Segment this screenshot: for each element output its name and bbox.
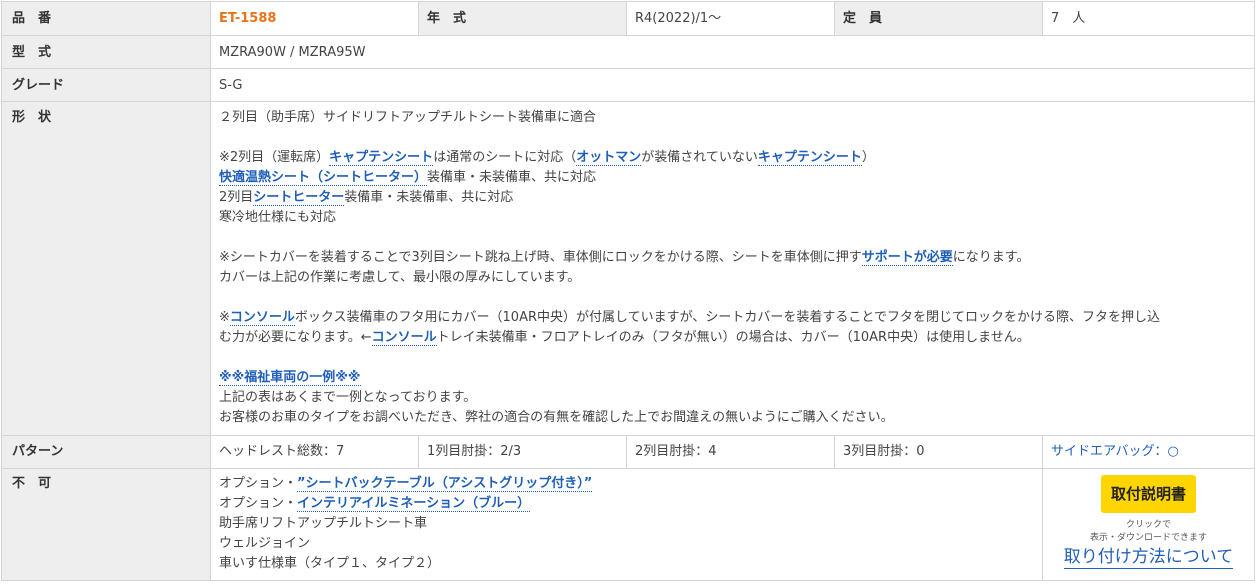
- grade-value: S-G: [210, 68, 1255, 102]
- not-compatible-list: オプション・”シートバックテーブル（アシストグリップ付き）” オプション・インテ…: [210, 468, 1043, 581]
- installation-manual-button[interactable]: 取付説明書: [1100, 475, 1196, 513]
- row-shape: 形 状 ２列目（助手席）サイドリフトアップチルトシート装備車に適合 ※2列目（運…: [1, 101, 1255, 436]
- shape-note-10: お客様のお車のタイプをお調べいただき、弊社の適合の有無を確認した上でお間違えの無…: [219, 410, 894, 425]
- manual-hint-2: 表示・ダウンロードできます: [1089, 533, 1207, 543]
- manual-cell: 取付説明書 クリックで 表示・ダウンロードできます 取り付け方法について: [1042, 468, 1255, 581]
- model-label: 型 式: [1, 35, 211, 69]
- support-needed-link[interactable]: サポートが必要: [861, 250, 953, 266]
- shape-note-5: ※シートカバーを装着することで3列目シート跳ね上げ時、車体側にロックをかける際、…: [219, 250, 1030, 266]
- row-not-compatible: 不 可 オプション・”シートバックテーブル（アシストグリップ付き）” オプション…: [1, 468, 1255, 581]
- side-airbag-link[interactable]: サイドエアバッグ：○: [1051, 444, 1179, 459]
- part-no-label: 品 番: [1, 1, 211, 36]
- spec-table: 品 番 ET-1588 年 式 R4(2022)/1～ 定 員 7 人 型 式 …: [1, 1, 1255, 581]
- console-link-2[interactable]: コンソール: [371, 330, 437, 346]
- row-pattern: パターン ヘッドレスト総数：7 1列目肘掛：2/3 2列目肘掛：4 3列目肘掛：…: [1, 435, 1255, 469]
- seatback-table-link[interactable]: ”シートバックテーブル（アシストグリップ付き）”: [297, 476, 593, 492]
- part-no-value: ET-1588: [219, 11, 277, 26]
- ottoman-link[interactable]: オットマン: [576, 150, 642, 166]
- shape-note-7: ※コンソールボックス装備車のフタ用にカバー（10AR中央）が付属していますが、シ…: [219, 310, 1160, 326]
- year-value: R4(2022)/1～: [626, 1, 835, 36]
- interior-illumination-link[interactable]: インテリアイルミネーション（ブルー）: [297, 496, 531, 512]
- captain-seat-link-2[interactable]: キャプテンシート: [757, 150, 862, 166]
- shape-note-1: ※2列目（運転席）キャプテンシートは通常のシートに対応（オットマンが装備されてい…: [219, 150, 875, 166]
- captain-seat-link[interactable]: キャプテンシート: [329, 150, 434, 166]
- pattern-label: パターン: [1, 435, 211, 469]
- row-part-number: 品 番 ET-1588 年 式 R4(2022)/1～ 定 員 7 人: [1, 1, 1255, 36]
- armrest-row1: 1列目肘掛：2/3: [418, 435, 627, 469]
- seat-heater-link[interactable]: シートヒーター: [253, 190, 345, 206]
- installation-howto-link[interactable]: 取り付け方法について: [1063, 546, 1234, 569]
- console-link[interactable]: コンソール: [229, 310, 295, 326]
- shape-note-3: 2列目シートヒーター装備車・未装備車、共に対応: [219, 190, 514, 206]
- incompatible-item-3: 助手席リフトアップチルトシート車: [219, 516, 428, 531]
- shape-note-8: む力が必要になります。←コンソールトレイ未装備車・フロアトレイのみ（フタが無い）…: [219, 330, 1030, 346]
- headrest-count: ヘッドレスト総数：7: [210, 435, 419, 469]
- option-item-1: オプション・”シートバックテーブル（アシストグリップ付き）”: [219, 476, 593, 492]
- shape-line-1: ２列目（助手席）サイドリフトアップチルトシート装備車に適合: [219, 110, 597, 125]
- shape-label: 形 状: [1, 101, 211, 436]
- not-compatible-label: 不 可: [1, 468, 211, 581]
- incompatible-item-4: ウェルジョイン: [219, 536, 311, 551]
- shape-note-4: 寒冷地仕様にも対応: [219, 210, 337, 225]
- row-grade: グレード S-G: [1, 68, 1255, 102]
- comfort-heat-seat-link[interactable]: 快適温熱シート（シートヒーター）: [219, 170, 428, 186]
- capacity-label: 定 員: [834, 1, 1043, 36]
- incompatible-item-5: 車いす仕様車（タイプ１、タイプ２）: [219, 556, 441, 571]
- grade-label: グレード: [1, 68, 211, 102]
- capacity-value: 7 人: [1042, 1, 1255, 36]
- option-item-2: オプション・インテリアイルミネーション（ブルー）: [219, 496, 531, 512]
- manual-hint-1: クリックで: [1125, 520, 1171, 530]
- shape-note-9: 上記の表はあくまで一例となっております。: [219, 390, 477, 405]
- armrest-row3: 3列目肘掛：0: [834, 435, 1043, 469]
- armrest-row2: 2列目肘掛：4: [626, 435, 835, 469]
- year-label: 年 式: [418, 1, 627, 36]
- shape-note-2: 快適温熱シート（シートヒーター）装備車・未装備車、共に対応: [219, 170, 597, 186]
- welfare-vehicle-link[interactable]: ※※福祉車両の一例※※: [219, 370, 361, 386]
- row-model: 型 式 MZRA90W / MZRA95W: [1, 35, 1255, 69]
- shape-details: ２列目（助手席）サイドリフトアップチルトシート装備車に適合 ※2列目（運転席）キ…: [210, 101, 1255, 436]
- model-value: MZRA90W / MZRA95W: [210, 35, 1255, 69]
- shape-note-6: カバーは上記の作業に考慮して、最小限の厚みにしています。: [219, 270, 581, 285]
